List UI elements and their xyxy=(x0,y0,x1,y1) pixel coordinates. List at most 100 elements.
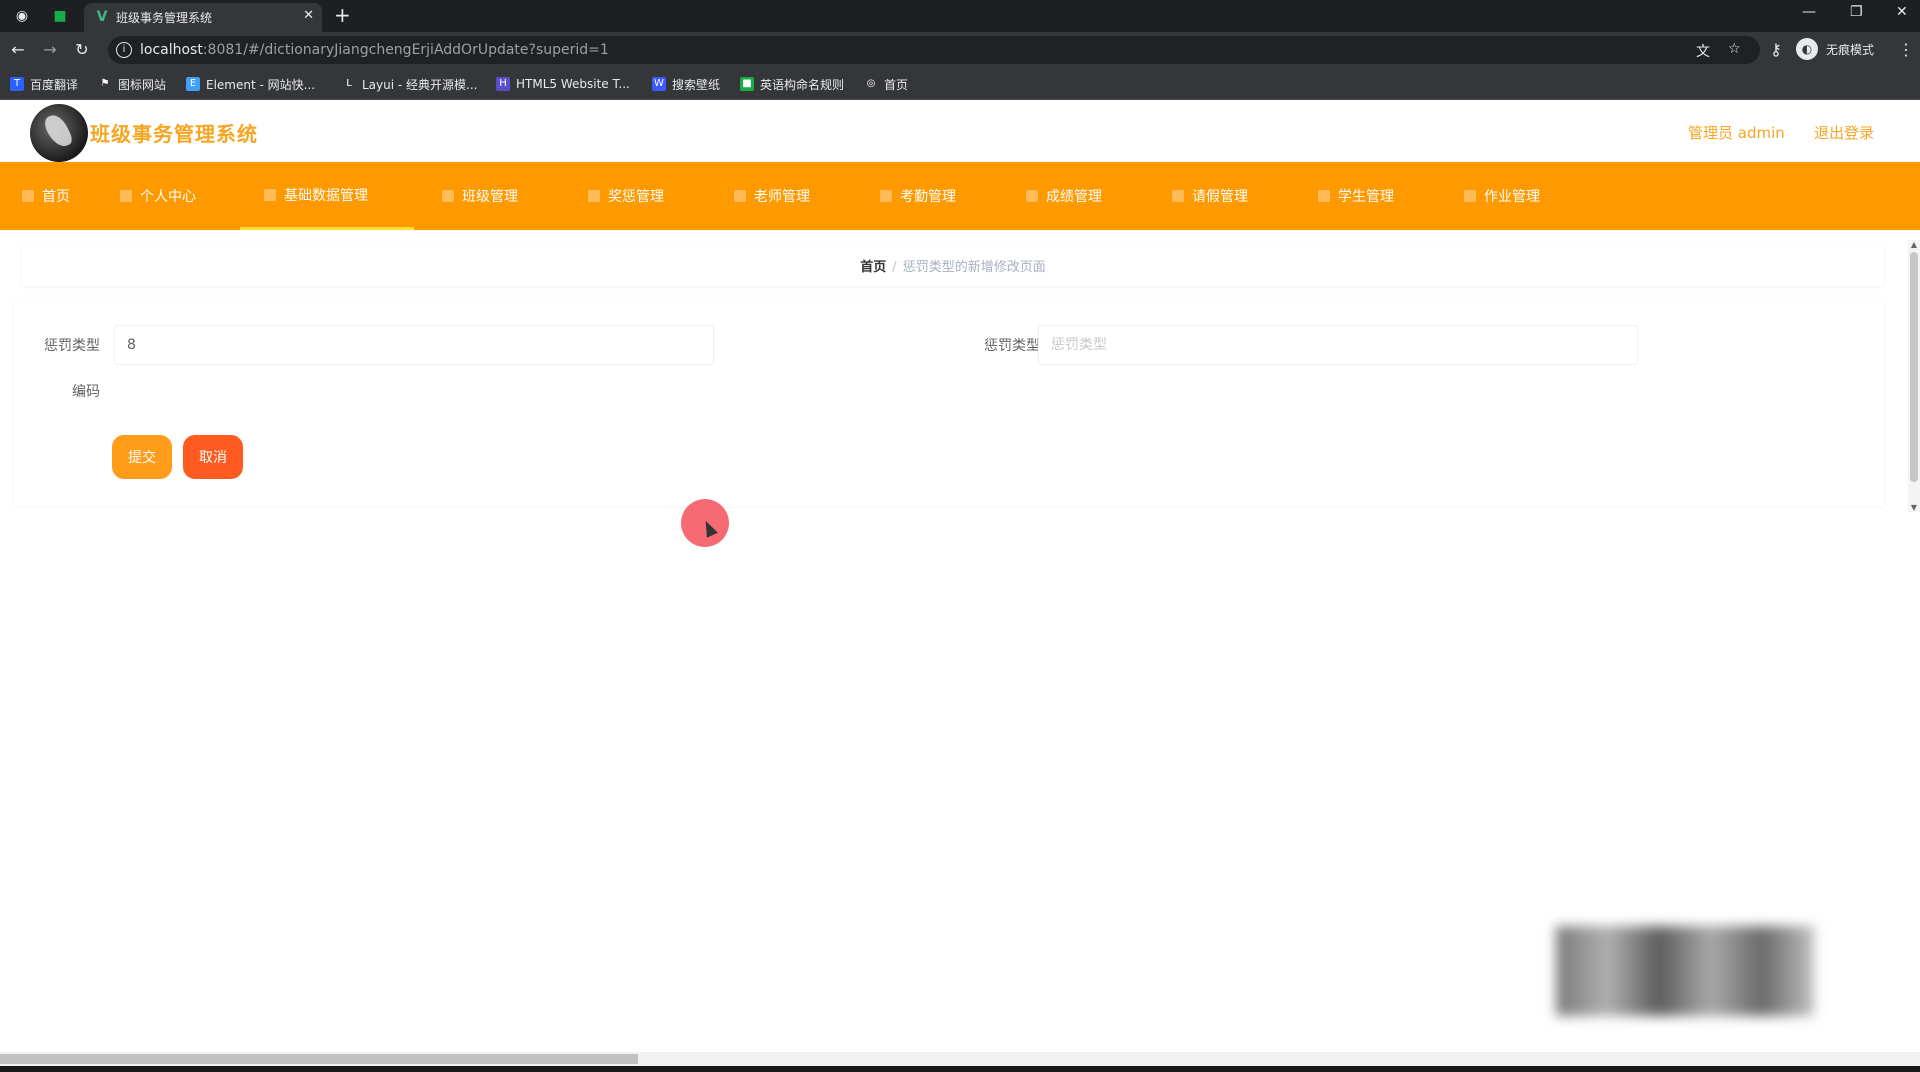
bookmark-label: Layui - 经典开源模... xyxy=(362,77,478,92)
minimize-icon[interactable]: — xyxy=(1802,4,1816,20)
user-icon xyxy=(120,190,132,202)
bookmark-item[interactable]: E Element - 网站快... xyxy=(186,75,315,93)
kebab-icon[interactable]: ⋮ xyxy=(1898,40,1914,59)
menu-item-label: 考勤管理 xyxy=(900,189,956,205)
menu-item-grades[interactable]: 成绩管理 xyxy=(1026,162,1102,230)
menu-item-class[interactable]: 班级管理 xyxy=(442,162,518,230)
menu-item-label: 老师管理 xyxy=(754,189,810,205)
breadcrumb-home[interactable]: 首页 xyxy=(860,260,886,275)
bookmark-item[interactable]: ⚑ 图标网站 xyxy=(98,75,167,93)
menu-item-label: 基础数据管理 xyxy=(284,187,368,204)
menu-item-homework[interactable]: 作业管理 xyxy=(1464,162,1540,230)
active-tab[interactable]: V 班级事务管理系统 ✕ xyxy=(84,3,322,32)
vertical-scrollbar-thumb[interactable] xyxy=(1910,252,1918,482)
tab-close-icon[interactable]: ✕ xyxy=(303,8,314,23)
punishment-type-input[interactable] xyxy=(1038,325,1638,365)
browser-tab-bar: ◉ ■ V 班级事务管理系统 ✕ + — ❐ ✕ xyxy=(0,0,1920,32)
key-icon[interactable]: ⚷ xyxy=(1766,40,1786,60)
tab-title: 班级事务管理系统 xyxy=(116,11,213,25)
field-label: 编码 xyxy=(72,384,100,400)
menu-item-home[interactable]: 首页 xyxy=(22,162,70,230)
field-label: 惩罚类型 xyxy=(984,338,1040,354)
close-window-icon[interactable]: ✕ xyxy=(1896,4,1908,20)
logout-button[interactable]: 退出登录 xyxy=(1814,122,1874,143)
menu-item-label: 成绩管理 xyxy=(1046,189,1102,205)
globe-icon: ◎ xyxy=(866,78,876,89)
reload-icon[interactable]: ↻ xyxy=(72,40,92,60)
menu-item-label: 首页 xyxy=(42,189,70,205)
bookmarks-bar: T 百度翻译 ⚑ 图标网站 E Element - 网站快... L Layui - 经… xyxy=(0,68,1920,100)
menu-item-label: 个人中心 xyxy=(140,189,196,205)
reward-icon xyxy=(588,190,600,202)
menu-item-label: 请假管理 xyxy=(1192,189,1248,205)
wallpaper-favicon-icon: W xyxy=(652,77,666,91)
breadcrumb-trail: 首页 / 惩罚类型的新增修改页面 xyxy=(22,256,1884,275)
student-icon xyxy=(1318,190,1330,202)
bookmark-label: HTML5 Website T... xyxy=(516,77,630,91)
browser-toolbar: ← → ↻ i localhost:8081/#/dictionaryJiang… xyxy=(0,32,1920,68)
horizontal-scrollbar-thumb[interactable] xyxy=(0,1054,638,1064)
bookmark-item[interactable]: T 百度翻译 xyxy=(10,75,78,93)
vertical-scrollbar[interactable]: ▲ ▼ xyxy=(1908,240,1920,512)
app-title: 班级事务管理系统 xyxy=(90,122,258,146)
teacher-icon xyxy=(734,190,746,202)
scroll-down-icon[interactable]: ▼ xyxy=(1908,503,1920,512)
field-label: 惩罚类型 xyxy=(44,338,100,354)
star-icon[interactable]: ☆ xyxy=(1728,41,1741,57)
breadcrumb-separator: / xyxy=(892,260,897,275)
html5-favicon-icon: H xyxy=(496,77,510,91)
menu-item-profile[interactable]: 个人中心 xyxy=(120,162,196,230)
forward-icon[interactable]: → xyxy=(40,40,60,60)
new-tab-button[interactable]: + xyxy=(334,4,351,26)
browser-logo-icon: ◉ xyxy=(15,8,29,24)
class-icon xyxy=(442,190,454,202)
home-icon xyxy=(22,190,34,202)
address-bar[interactable]: i localhost:8081/#/dictionaryJiangchengE… xyxy=(108,36,1760,64)
homework-icon xyxy=(1464,190,1476,202)
attendance-icon xyxy=(880,190,892,202)
menu-item-label: 作业管理 xyxy=(1484,189,1540,205)
bookmark-item[interactable]: H HTML5 Website T... xyxy=(496,75,630,93)
punishment-type-code-input[interactable] xyxy=(114,325,714,365)
back-icon[interactable]: ← xyxy=(8,40,28,60)
bookmark-label: 英语构命名规则 xyxy=(760,77,845,92)
taskbar-edge xyxy=(0,1066,1920,1072)
cancel-button[interactable]: 取消 xyxy=(183,435,243,479)
vue-favicon-icon: V xyxy=(96,9,108,25)
bookmark-label: 图标网站 xyxy=(118,77,167,92)
menu-item-label: 奖惩管理 xyxy=(608,189,664,205)
bookmark-item[interactable]: ◎ 首页 xyxy=(864,75,908,93)
breadcrumb-current: 惩罚类型的新增修改页面 xyxy=(902,260,1046,275)
site-info-icon[interactable]: i xyxy=(116,42,132,58)
blurred-overlay xyxy=(1556,926,1814,1016)
main-menu: 首页 个人中心 基础数据管理 班级管理 奖惩管理 老师管理 考勤管理 成绩管理 … xyxy=(0,162,1920,230)
bookmark-label: 首页 xyxy=(884,77,909,92)
grades-icon xyxy=(1026,190,1038,202)
horizontal-scrollbar[interactable] xyxy=(0,1052,1920,1066)
incognito-icon: ◐ xyxy=(1796,38,1818,60)
submit-button[interactable]: 提交 xyxy=(112,435,172,479)
element-favicon-icon: E xyxy=(186,77,200,91)
flag-icon: ⚑ xyxy=(100,78,110,89)
pinned-tab-icon[interactable]: ■ xyxy=(50,6,70,26)
menu-item-attendance[interactable]: 考勤管理 xyxy=(880,162,956,230)
bookmark-item[interactable]: L Layui - 经典开源模... xyxy=(342,75,477,93)
translate-icon[interactable]: 文 xyxy=(1696,41,1710,61)
bookmark-label: 搜索壁纸 xyxy=(672,77,721,92)
app-header: 班级事务管理系统 管理员 admin 退出登录 xyxy=(0,100,1920,162)
bookmark-item[interactable]: W 搜索壁纸 xyxy=(652,75,720,93)
menu-item-leave[interactable]: 请假管理 xyxy=(1172,162,1248,230)
url-text: localhost:8081/#/dictionaryJiangchengErj… xyxy=(140,42,609,58)
menu-item-student[interactable]: 学生管理 xyxy=(1318,162,1394,230)
leave-icon xyxy=(1172,190,1184,202)
menu-item-basic-data[interactable]: 基础数据管理 xyxy=(240,162,414,230)
bookmark-label: 百度翻译 xyxy=(30,77,79,92)
restore-icon[interactable]: ❐ xyxy=(1850,4,1863,20)
profile-label: 无痕模式 xyxy=(1826,43,1875,57)
menu-item-teacher[interactable]: 老师管理 xyxy=(734,162,810,230)
scroll-up-icon[interactable]: ▲ xyxy=(1908,240,1920,249)
menu-item-reward[interactable]: 奖惩管理 xyxy=(588,162,664,230)
bookmark-item[interactable]: ■ 英语构命名规则 xyxy=(740,75,844,93)
edit-form: 惩罚类型 惩罚类型 编码 提交 取消 xyxy=(14,300,1884,506)
layui-favicon-icon: L xyxy=(346,78,352,89)
